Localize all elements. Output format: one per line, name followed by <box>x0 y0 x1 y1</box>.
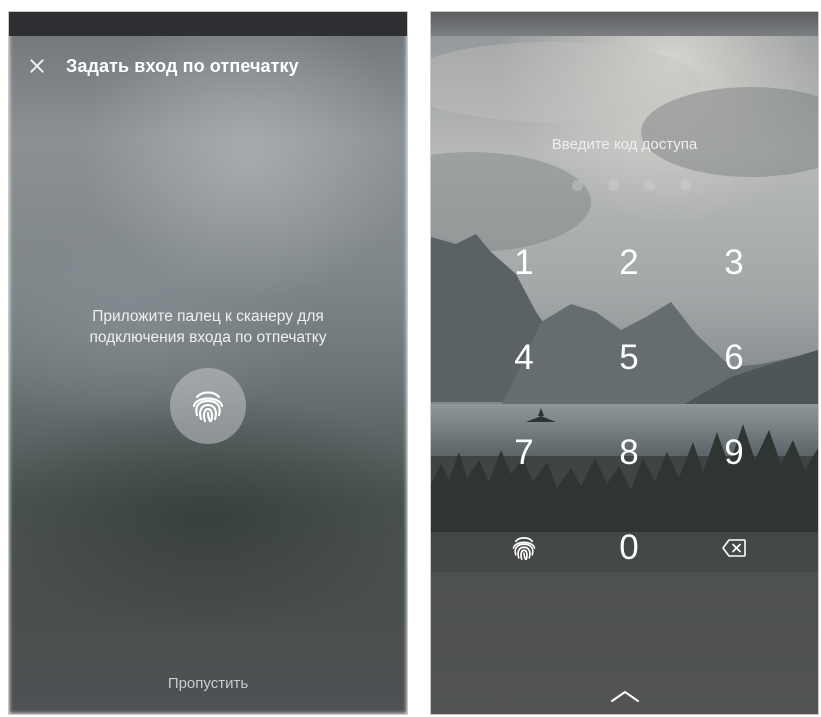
passcode-lock-screen: Введите код доступа 1 2 3 4 5 6 7 8 9 0 <box>431 12 818 714</box>
passcode-dots <box>431 180 818 192</box>
instruction-line-1: Приложите палец к сканеру для <box>92 308 324 325</box>
backspace-button[interactable] <box>697 518 771 578</box>
close-icon[interactable] <box>28 57 46 75</box>
passcode-dot <box>608 180 619 191</box>
backspace-icon <box>722 539 746 557</box>
fingerprint-icon <box>509 533 539 563</box>
key-7[interactable]: 7 <box>487 423 561 483</box>
key-6[interactable]: 6 <box>697 328 771 388</box>
fingerprint-button[interactable] <box>170 368 246 444</box>
key-3[interactable]: 3 <box>697 233 771 293</box>
chevron-up-icon[interactable] <box>609 688 641 704</box>
status-bar <box>431 12 818 36</box>
key-2[interactable]: 2 <box>592 233 666 293</box>
fingerprint-setup-screen: Задать вход по отпечатку Приложите палец… <box>9 12 407 714</box>
key-1[interactable]: 1 <box>487 233 561 293</box>
blurred-background <box>9 12 407 714</box>
passcode-dot <box>680 180 691 191</box>
header: Задать вход по отпечатку <box>9 54 407 82</box>
instruction-text: Приложите палец к сканеру для подключени… <box>9 306 407 348</box>
instruction-line-2: подключения входа по отпечатку <box>89 329 327 346</box>
key-4[interactable]: 4 <box>487 328 561 388</box>
skip-button[interactable]: Пропустить <box>9 675 407 692</box>
passcode-dot <box>644 180 655 191</box>
key-0[interactable]: 0 <box>592 518 666 578</box>
passcode-dot <box>572 180 583 191</box>
fingerprint-icon <box>188 386 228 426</box>
status-bar <box>9 12 407 36</box>
passcode-prompt: Введите код доступа <box>551 136 698 153</box>
key-5[interactable]: 5 <box>592 328 666 388</box>
key-9[interactable]: 9 <box>697 423 771 483</box>
page-title: Задать вход по отпечатку <box>66 56 299 76</box>
key-8[interactable]: 8 <box>592 423 666 483</box>
fingerprint-key[interactable] <box>487 518 561 578</box>
